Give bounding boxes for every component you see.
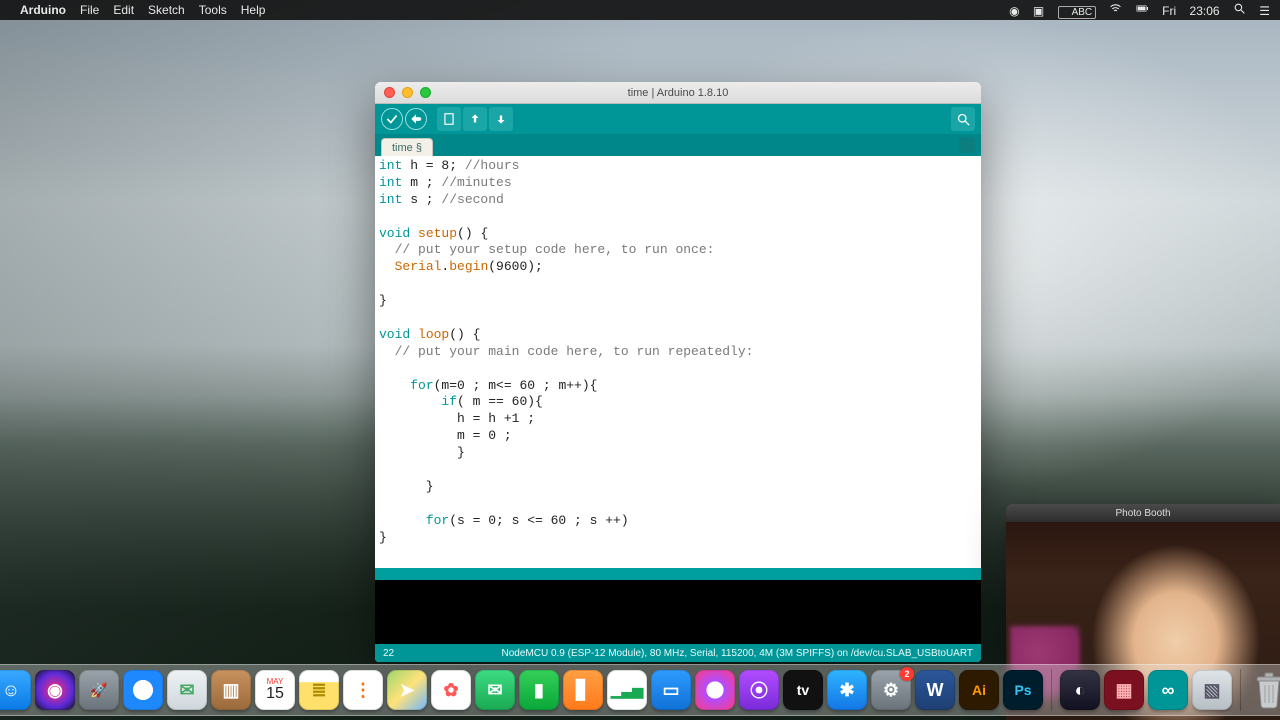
save-sketch-button[interactable] [489, 107, 513, 131]
window-minimize-button[interactable] [402, 87, 413, 98]
serial-monitor-button[interactable] [951, 107, 975, 131]
status-board-info: NodeMCU 0.9 (ESP-12 Module), 80 MHz, Ser… [502, 648, 974, 659]
input-source[interactable]: ABC [1058, 6, 1097, 19]
dock-tv[interactable]: tv [783, 670, 823, 710]
dock-messages[interactable]: ✉ [475, 670, 515, 710]
dock-photos[interactable]: ✿ [431, 670, 471, 710]
status-bar: 22 NodeMCU 0.9 (ESP-12 Module), 80 MHz, … [375, 644, 981, 662]
sketch-tabbar: time § [375, 134, 981, 156]
dock-preview[interactable]: ▧ [1192, 670, 1232, 710]
status-line-number: 22 [383, 648, 394, 659]
dock-safari[interactable]: ✦ [123, 670, 163, 710]
dock-podcasts[interactable]: ⦿ [739, 670, 779, 710]
dock-word[interactable]: W [915, 670, 955, 710]
window-close-button[interactable] [384, 87, 395, 98]
arduino-toolbar [375, 104, 981, 134]
window-title: time | Arduino 1.8.10 [375, 87, 981, 99]
battery-icon[interactable] [1136, 2, 1149, 15]
dock-photoshop[interactable]: Ps [1003, 670, 1043, 710]
menu-tools[interactable]: Tools [199, 3, 227, 17]
dock-contacts[interactable]: ▥ [211, 670, 251, 710]
photobooth-title: Photo Booth [1006, 504, 1280, 522]
app-name-menu[interactable]: Arduino [20, 3, 66, 17]
window-titlebar[interactable]: time | Arduino 1.8.10 [375, 82, 981, 104]
code-editor[interactable]: int h = 8; //hours int m ; //minutes int… [375, 156, 981, 568]
screen-record-icon[interactable]: ◉ [1009, 4, 1019, 18]
menu-edit[interactable]: Edit [113, 3, 134, 17]
wifi-icon[interactable] [1109, 2, 1122, 15]
dock-separator [1240, 669, 1241, 711]
dock-preferences[interactable]: ⚙2 [871, 670, 911, 710]
new-sketch-button[interactable] [437, 107, 461, 131]
dock-itunes[interactable]: ♪ [695, 670, 735, 710]
dock-media[interactable]: ▦ [1104, 670, 1144, 710]
open-sketch-button[interactable] [463, 107, 487, 131]
dock-finder[interactable]: ☺ [0, 670, 31, 710]
dock-separator [1051, 669, 1052, 711]
dock-numbers[interactable]: ▁▃▅ [607, 670, 647, 710]
verify-button[interactable] [381, 108, 403, 130]
dock-unknown-app[interactable]: ◐ [1060, 670, 1100, 710]
clock-day[interactable]: Fri [1162, 4, 1176, 18]
dock-facetime[interactable]: ▮ [519, 670, 559, 710]
menu-sketch[interactable]: Sketch [148, 3, 185, 17]
menu-file[interactable]: File [80, 3, 99, 17]
dock-trash[interactable] [1249, 670, 1280, 710]
spotlight-icon[interactable] [1233, 2, 1246, 15]
menu-help[interactable]: Help [241, 3, 266, 17]
mac-menubar: Arduino File Edit Sketch Tools Help ◉ ▣ … [0, 0, 1280, 20]
sketch-tab-time[interactable]: time § [381, 138, 433, 156]
dock-books[interactable]: ▋ [563, 670, 603, 710]
dock-illustrator[interactable]: Ai [959, 670, 999, 710]
arduino-window: time | Arduino 1.8.10 time § int h = 8; … [375, 82, 981, 662]
dock: ☺◉🚀✦✉▥MAY15≣⋮➤✿✉▮▋▁▃▅▭♪⦿tv✱⚙2WAiPs◐▦∞▧ [0, 664, 1280, 716]
window-zoom-button[interactable] [420, 87, 431, 98]
badge: 2 [900, 667, 914, 681]
dock-siri[interactable]: ◉ [35, 670, 75, 710]
dock-calendar[interactable]: MAY15 [255, 670, 295, 710]
dock-mail[interactable]: ✉ [167, 670, 207, 710]
stop-icon[interactable]: ▣ [1033, 4, 1044, 18]
dock-launchpad[interactable]: 🚀 [79, 670, 119, 710]
dock-notes[interactable]: ≣ [299, 670, 339, 710]
menubar-right: ◉ ▣ ABC Fri 23:06 ☰ [999, 2, 1270, 19]
output-console[interactable] [375, 580, 981, 644]
sketch-tab-label: time § [392, 142, 422, 154]
dock-container: ☺◉🚀✦✉▥MAY15≣⋮➤✿✉▮▋▁▃▅▭♪⦿tv✱⚙2WAiPs◐▦∞▧ [0, 664, 1280, 716]
dock-arduino-ide[interactable]: ∞ [1148, 670, 1188, 710]
control-center-icon[interactable]: ☰ [1259, 4, 1270, 18]
upload-button[interactable] [405, 108, 427, 130]
dock-reminders[interactable]: ⋮ [343, 670, 383, 710]
tabs-menu-button[interactable] [959, 137, 975, 153]
dock-keynote[interactable]: ▭ [651, 670, 691, 710]
dock-maps[interactable]: ➤ [387, 670, 427, 710]
dock-appstore[interactable]: ✱ [827, 670, 867, 710]
message-area [375, 568, 981, 580]
clock-time[interactable]: 23:06 [1190, 4, 1220, 18]
